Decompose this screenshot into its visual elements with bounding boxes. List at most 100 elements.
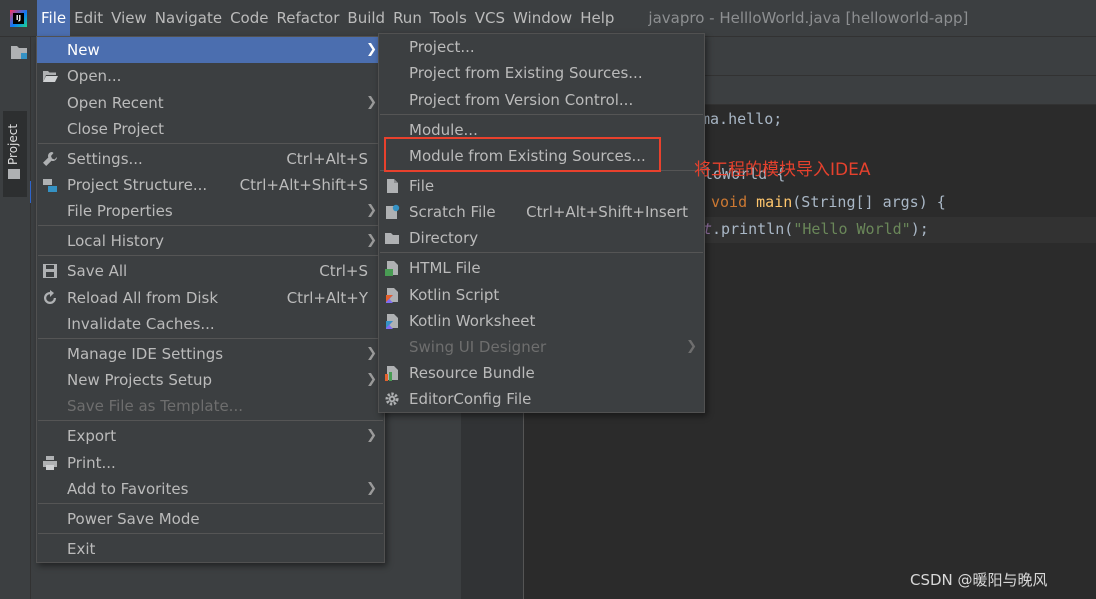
code-text: (String[] args) { <box>792 193 946 211</box>
file-menu-file-properties[interactable]: File Properties ❯ <box>37 198 384 224</box>
kotlin-icon <box>386 288 398 303</box>
submenu-arrow-icon: ❯ <box>686 339 697 354</box>
menu-item-label: Print... <box>67 454 116 472</box>
new-menu-directory[interactable]: Directory <box>379 225 704 251</box>
menu-item-label: Manage IDE Settings <box>67 345 224 363</box>
menu-item-label: Project Structure... <box>67 176 208 194</box>
code-string: "Hello World" <box>793 220 911 238</box>
code-keyword: void <box>711 193 757 211</box>
intellij-logo-icon[interactable]: IJ <box>10 9 27 27</box>
menu-item-label: Add to Favorites <box>67 480 189 498</box>
menu-item-label: Save File as Template... <box>67 397 243 415</box>
new-menu-scratch-file[interactable]: Scratch File Ctrl+Alt+Shift+Insert <box>379 199 704 225</box>
submenu-arrow-icon: ❯ <box>366 233 377 248</box>
file-menu-local-history[interactable]: Local History ❯ <box>37 228 384 254</box>
file-menu-manage-ide-settings[interactable]: Manage IDE Settings ❯ <box>37 341 384 367</box>
submenu-arrow-icon: ❯ <box>366 203 377 218</box>
file-menu-close-project[interactable]: Close Project <box>37 116 384 142</box>
file-menu-new-projects-setup[interactable]: New Projects Setup ❯ <box>37 367 384 393</box>
code-text: .println( <box>712 220 794 238</box>
file-menu-print[interactable]: Print... <box>37 450 384 476</box>
menu-item-label: Scratch File <box>409 203 496 221</box>
file-menu-export[interactable]: Export ❯ <box>37 423 384 449</box>
menu-item-label: Save All <box>67 262 128 280</box>
menu-edit[interactable]: Edit <box>70 0 107 36</box>
submenu-arrow-icon: ❯ <box>366 372 377 387</box>
menu-run[interactable]: Run <box>389 0 426 36</box>
new-menu-project-existing-sources[interactable]: Project from Existing Sources... <box>379 60 704 86</box>
menu-refactor[interactable]: Refactor <box>272 0 343 36</box>
file-menu-power-save-mode[interactable]: Power Save Mode <box>37 506 384 532</box>
new-submenu: Project... Project from Existing Sources… <box>378 33 705 413</box>
menu-build[interactable]: Build <box>343 0 389 36</box>
submenu-arrow-icon: ❯ <box>366 95 377 110</box>
menu-item-label: Local History <box>67 232 165 250</box>
menu-item-label: Project from Version Control... <box>409 91 634 109</box>
menu-separator <box>38 503 383 504</box>
wrench-icon <box>43 152 57 166</box>
menu-separator <box>380 114 703 115</box>
file-menu-add-to-favorites[interactable]: Add to Favorites ❯ <box>37 476 384 502</box>
menu-item-label: Close Project <box>67 120 164 138</box>
new-menu-swing-ui-designer: Swing UI Designer ❯ <box>379 334 704 360</box>
new-menu-project[interactable]: Project... <box>379 34 704 60</box>
annotation-highlight-box <box>384 137 661 172</box>
menu-item-shortcut: Ctrl+Alt+Shift+S <box>239 176 368 194</box>
menu-item-label: EditorConfig File <box>409 390 532 408</box>
file-menu-project-structure[interactable]: Project Structure... Ctrl+Alt+Shift+S <box>37 172 384 198</box>
menu-item-label: Kotlin Worksheet <box>409 312 536 330</box>
new-menu-resource-bundle[interactable]: Resource Bundle <box>379 360 704 386</box>
menu-help[interactable]: Help <box>576 0 618 36</box>
folder-icon[interactable] <box>11 45 27 59</box>
menu-item-label: New <box>67 41 100 59</box>
menu-item-label: HTML File <box>409 259 481 277</box>
menu-separator <box>38 338 383 339</box>
annotation-text: 将工程的模块导入IDEA <box>694 160 871 180</box>
new-menu-kotlin-worksheet[interactable]: Kotlin Worksheet <box>379 308 704 334</box>
new-menu-kotlin-script[interactable]: Kotlin Script <box>379 282 704 308</box>
menu-item-label: Kotlin Script <box>409 286 500 304</box>
menu-item-shortcut: Ctrl+S <box>319 262 368 280</box>
file-menu-reload[interactable]: Reload All from Disk Ctrl+Alt+Y <box>37 285 384 311</box>
new-menu-project-vcs[interactable]: Project from Version Control... <box>379 87 704 113</box>
menu-item-label: Reload All from Disk <box>67 289 219 307</box>
menu-navigate[interactable]: Navigate <box>151 0 226 36</box>
menu-item-label: Directory <box>409 229 479 247</box>
menu-window[interactable]: Window <box>509 0 576 36</box>
menu-vcs[interactable]: VCS <box>471 0 509 36</box>
scratch-file-icon <box>386 204 400 219</box>
file-menu-save-all[interactable]: Save All Ctrl+S <box>37 258 384 284</box>
file-menu-settings[interactable]: Settings... Ctrl+Alt+S <box>37 146 384 172</box>
directory-icon <box>385 233 399 244</box>
file-menu: New ❯ Open... Open Recent ❯ Close Projec… <box>36 36 385 563</box>
menu-item-label: Power Save Mode <box>67 510 200 528</box>
menu-separator <box>380 252 703 253</box>
file-menu-open[interactable]: Open... <box>37 63 384 89</box>
menu-item-label: Swing UI Designer <box>409 338 547 356</box>
menu-separator <box>38 533 383 534</box>
menu-separator <box>38 225 383 226</box>
menu-item-label: Project... <box>409 38 475 56</box>
code-text: ); <box>910 220 929 238</box>
new-menu-html-file[interactable]: HTML File <box>379 255 704 281</box>
menu-item-label: Open Recent <box>67 94 164 112</box>
file-menu-new[interactable]: New ❯ <box>37 37 384 63</box>
new-menu-file[interactable]: File <box>379 173 704 199</box>
menu-file[interactable]: File <box>37 0 71 36</box>
menu-code[interactable]: Code <box>226 0 272 36</box>
new-menu-editorconfig-file[interactable]: EditorConfig File <box>379 386 704 412</box>
menu-item-label: File Properties <box>67 202 173 220</box>
menu-item-shortcut: Ctrl+Alt+S <box>286 150 368 168</box>
file-menu-open-recent[interactable]: Open Recent ❯ <box>37 90 384 116</box>
code-line-package: ma.hello; <box>701 110 782 128</box>
menu-item-shortcut: Ctrl+Alt+Shift+Insert <box>526 203 688 221</box>
menu-item-label: Project from Existing Sources... <box>409 64 643 82</box>
menu-view[interactable]: View <box>107 0 151 36</box>
logo-text: IJ <box>13 12 24 24</box>
file-menu-invalidate-caches[interactable]: Invalidate Caches... <box>37 311 384 337</box>
submenu-arrow-icon: ❯ <box>366 481 377 496</box>
file-menu-exit[interactable]: Exit <box>37 536 384 562</box>
menu-tools[interactable]: Tools <box>426 0 471 36</box>
submenu-arrow-icon: ❯ <box>366 428 377 443</box>
menu-bar: IJ File Edit View Navigate Code Refactor… <box>0 0 1096 37</box>
